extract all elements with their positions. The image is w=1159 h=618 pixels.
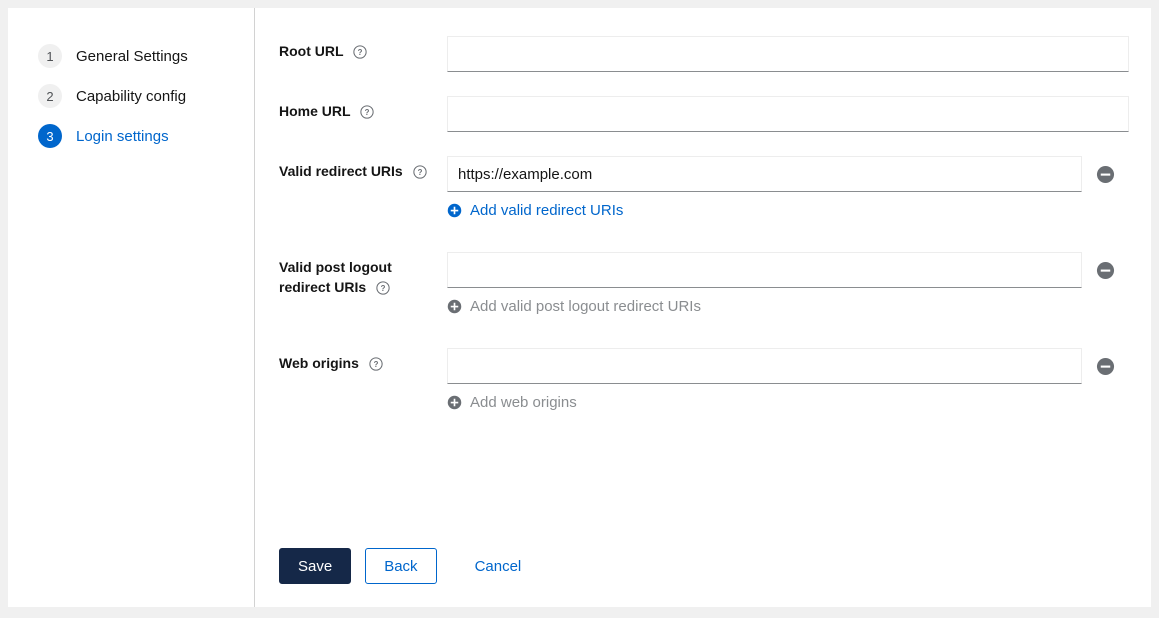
home-url-input[interactable] xyxy=(447,96,1129,132)
step-number-badge: 3 xyxy=(38,124,62,148)
help-circle-icon[interactable]: ? xyxy=(413,164,427,184)
valid-post-logout-redirect-uris-label: Valid post logout redirect URIs ? xyxy=(279,252,447,300)
help-circle-icon[interactable]: ? xyxy=(353,44,367,64)
valid-redirect-uris-input-line xyxy=(447,156,1151,192)
root-url-label: Root URL ? xyxy=(279,36,447,64)
add-web-origins-link[interactable]: Add web origins xyxy=(447,394,577,411)
sidebar-item-label: Login settings xyxy=(76,128,169,145)
minus-circle-icon xyxy=(1096,357,1115,376)
wizard-step-nav: 1 General Settings 2 Capability config 3… xyxy=(8,8,255,607)
svg-text:?: ? xyxy=(373,360,378,369)
valid-post-logout-redirect-uris-input[interactable] xyxy=(447,252,1082,288)
add-valid-post-logout-redirect-uris-link[interactable]: Add valid post logout redirect URIs xyxy=(447,298,701,315)
root-url-input-line xyxy=(447,36,1151,72)
form-row-root-url: Root URL ? xyxy=(279,36,1151,72)
add-valid-post-logout-redirect-uris-label: Add valid post logout redirect URIs xyxy=(470,298,701,315)
svg-text:?: ? xyxy=(365,108,370,117)
form-row-web-origins: Web origins ? xyxy=(279,348,1151,411)
add-valid-redirect-uris-label: Add valid redirect URIs xyxy=(470,202,623,219)
minus-circle-icon xyxy=(1096,165,1115,184)
home-url-label: Home URL ? xyxy=(279,96,447,124)
valid-post-logout-redirect-uris-input-line xyxy=(447,252,1151,288)
remove-valid-redirect-uri-button[interactable] xyxy=(1094,163,1116,185)
sidebar-item-label: General Settings xyxy=(76,48,188,65)
sidebar-item-label: Capability config xyxy=(76,88,186,105)
sidebar-item-general-settings[interactable]: 1 General Settings xyxy=(8,36,254,76)
valid-redirect-uris-control: Add valid redirect URIs xyxy=(447,156,1151,219)
step-number-badge: 1 xyxy=(38,44,62,68)
web-origins-input[interactable] xyxy=(447,348,1082,384)
form-row-home-url: Home URL ? xyxy=(279,96,1151,132)
root-url-control xyxy=(447,36,1151,72)
cancel-button[interactable]: Cancel xyxy=(457,548,540,584)
plus-circle-icon xyxy=(447,203,462,218)
remove-valid-post-logout-redirect-uri-button[interactable] xyxy=(1094,259,1116,281)
wizard-step-list: 1 General Settings 2 Capability config 3… xyxy=(8,36,254,156)
home-url-input-line xyxy=(447,96,1151,132)
svg-text:?: ? xyxy=(358,48,363,57)
help-circle-icon[interactable]: ? xyxy=(360,104,374,124)
minus-circle-icon xyxy=(1096,261,1115,280)
client-settings-page: 1 General Settings 2 Capability config 3… xyxy=(8,8,1151,607)
web-origins-input-line xyxy=(447,348,1151,384)
valid-redirect-uris-input[interactable] xyxy=(447,156,1082,192)
root-url-input[interactable] xyxy=(447,36,1129,72)
remove-web-origin-button[interactable] xyxy=(1094,355,1116,377)
form-row-valid-post-logout-redirect-uris: Valid post logout redirect URIs ? xyxy=(279,252,1151,315)
save-button[interactable]: Save xyxy=(279,548,351,584)
home-url-control xyxy=(447,96,1151,132)
login-settings-form: Root URL ? Home URL xyxy=(255,8,1151,607)
svg-text:?: ? xyxy=(381,284,386,293)
step-number-badge: 2 xyxy=(38,84,62,108)
plus-circle-icon xyxy=(447,299,462,314)
valid-post-logout-redirect-uris-control: Add valid post logout redirect URIs xyxy=(447,252,1151,315)
add-valid-redirect-uris-link[interactable]: Add valid redirect URIs xyxy=(447,202,623,219)
web-origins-label: Web origins ? xyxy=(279,348,447,376)
help-circle-icon[interactable]: ? xyxy=(369,356,383,376)
form-row-valid-redirect-uris: Valid redirect URIs ? xyxy=(279,156,1151,219)
web-origins-control: Add web origins xyxy=(447,348,1151,411)
plus-circle-icon xyxy=(447,395,462,410)
sidebar-item-login-settings[interactable]: 3 Login settings xyxy=(8,116,254,156)
help-circle-icon[interactable]: ? xyxy=(376,280,390,300)
svg-text:?: ? xyxy=(417,168,422,177)
form-actions: Save Back Cancel xyxy=(279,548,539,584)
add-web-origins-label: Add web origins xyxy=(470,394,577,411)
valid-redirect-uris-label: Valid redirect URIs ? xyxy=(279,156,447,184)
sidebar-item-capability-config[interactable]: 2 Capability config xyxy=(8,76,254,116)
back-button[interactable]: Back xyxy=(365,548,436,584)
